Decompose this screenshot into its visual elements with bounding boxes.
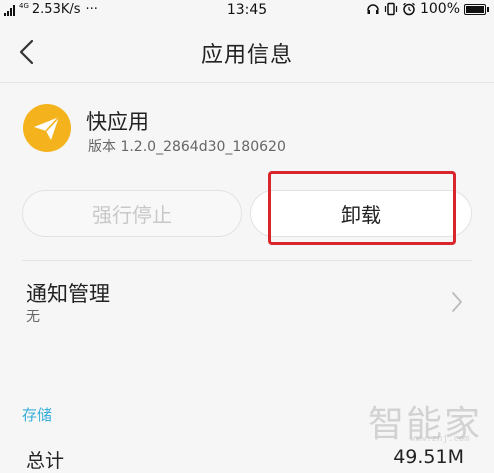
- nav-bar: 应用信息: [0, 22, 494, 83]
- uninstall-highlight-box: [268, 171, 456, 245]
- notification-value: 无: [26, 309, 40, 325]
- app-name: 快应用: [86, 110, 149, 134]
- headset-icon: [367, 4, 379, 14]
- storage-total-label: 总计: [26, 450, 65, 472]
- battery-percent: 100%: [419, 1, 460, 17]
- watermark-url: www.znj.com: [410, 434, 470, 444]
- storage-section-header: 存储: [22, 406, 53, 424]
- storage-total-value: 49.51M: [393, 446, 464, 468]
- battery-icon: [464, 3, 489, 15]
- force-stop-button[interactable]: 强行停止: [22, 190, 242, 237]
- chevron-right-icon: [452, 292, 462, 312]
- status-bar: 4G 2.53K/s ··· 13:45 100%: [0, 0, 494, 22]
- app-version: 版本 1.2.0_2864d30_180620: [88, 139, 286, 155]
- divider: [22, 260, 472, 261]
- alarm-icon: [403, 2, 415, 16]
- app-icon: [23, 104, 71, 152]
- vibrate-icon: [384, 2, 398, 16]
- notification-title: 通知管理: [26, 282, 110, 306]
- page-title: 应用信息: [200, 43, 293, 68]
- status-right: 100%: [366, 1, 489, 17]
